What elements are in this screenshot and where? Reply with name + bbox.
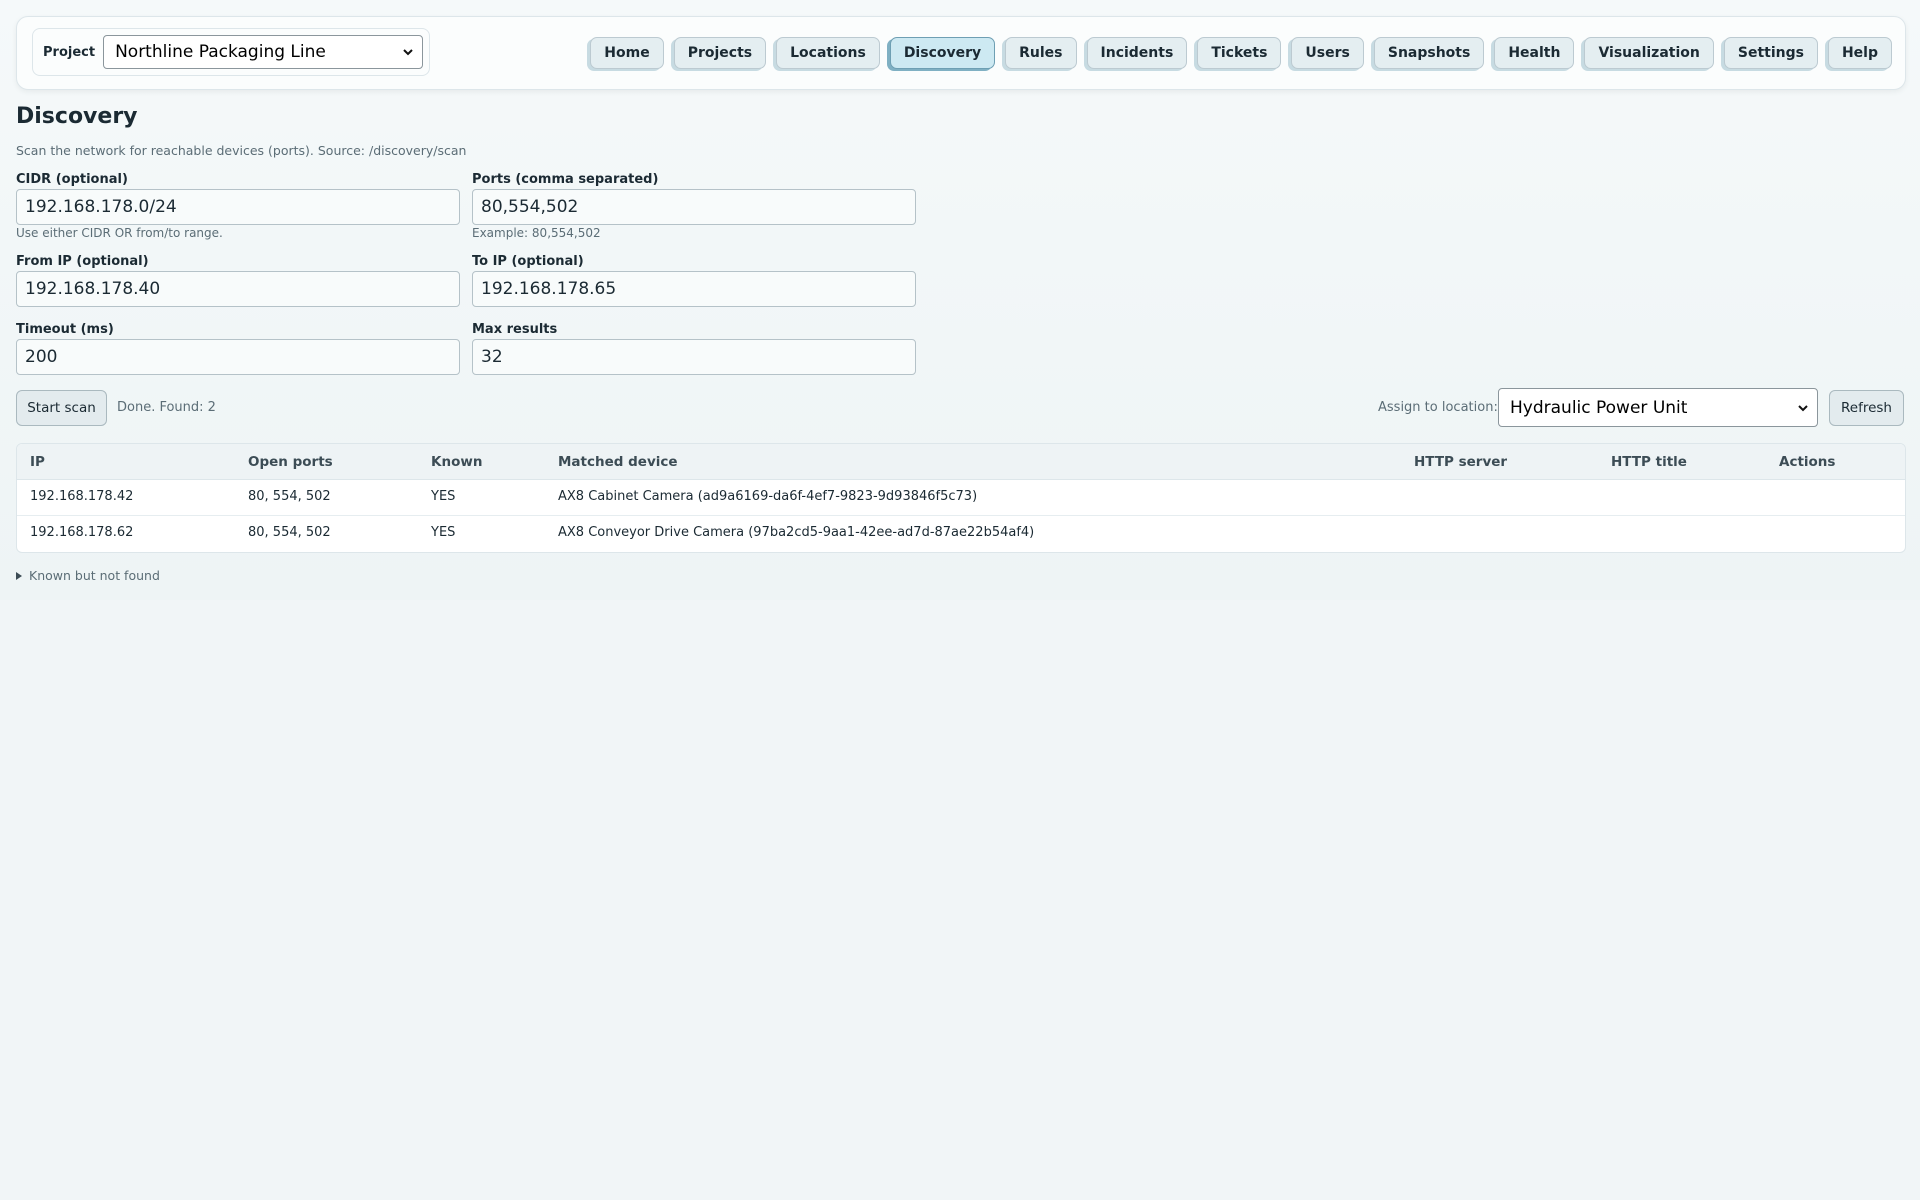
col-actions: Actions	[1779, 454, 1836, 470]
col-open-ports: Open ports	[248, 454, 333, 470]
nav-settings[interactable]: Settings	[1723, 37, 1818, 69]
cidr-input[interactable]: 192.168.178.0/24	[16, 189, 460, 225]
table-header: IP Open ports Known Matched device HTTP …	[17, 444, 1905, 480]
known-not-found-label: Known but not found	[29, 568, 160, 583]
cell-open-ports: 80, 554, 502	[248, 489, 331, 504]
disclosure-triangle-icon	[16, 571, 22, 580]
col-known: Known	[431, 454, 483, 470]
refresh-button[interactable]: Refresh	[1829, 390, 1904, 426]
from-ip-label: From IP (optional)	[16, 254, 149, 269]
table-row: 192.168.178.62 80, 554, 502 YES AX8 Conv…	[17, 515, 1905, 551]
chevron-down-icon	[403, 49, 413, 56]
nav-rules[interactable]: Rules	[1005, 37, 1077, 69]
page-title: Discovery	[16, 104, 138, 129]
to-ip-input[interactable]: 192.168.178.65	[472, 271, 916, 307]
from-ip-input[interactable]: 192.168.178.40	[16, 271, 460, 307]
scan-status: Done. Found: 2	[117, 400, 216, 415]
results-table: IP Open ports Known Matched device HTTP …	[16, 443, 1906, 553]
ports-hint: Example: 80,554,502	[472, 226, 601, 240]
project-selector-group: Project Northline Packaging Line	[32, 28, 430, 76]
project-label: Project	[43, 44, 96, 60]
cell-open-ports: 80, 554, 502	[248, 525, 331, 540]
cell-known: YES	[431, 525, 456, 540]
nav-tickets[interactable]: Tickets	[1197, 37, 1282, 69]
col-http-server: HTTP server	[1414, 454, 1508, 470]
nav-visualization[interactable]: Visualization	[1584, 37, 1714, 69]
table-row: 192.168.178.42 80, 554, 502 YES AX8 Cabi…	[17, 479, 1905, 516]
nav-users[interactable]: Users	[1291, 37, 1364, 69]
chevron-down-icon	[1798, 404, 1808, 411]
col-http-title: HTTP title	[1611, 454, 1687, 470]
max-results-input[interactable]: 32	[472, 339, 916, 375]
cidr-label: CIDR (optional)	[16, 172, 128, 187]
main-nav: Home Projects Locations Discovery Rules …	[590, 37, 1892, 69]
project-select[interactable]: Northline Packaging Line	[103, 35, 424, 69]
page-subtitle: Scan the network for reachable devices (…	[16, 143, 467, 158]
known-not-found-toggle[interactable]: Known but not found	[16, 568, 160, 583]
cidr-hint: Use either CIDR OR from/to range.	[16, 226, 223, 240]
top-bar: Project Northline Packaging Line Home Pr…	[16, 16, 1906, 90]
cell-ip: 192.168.178.42	[30, 489, 134, 504]
nav-snapshots[interactable]: Snapshots	[1373, 37, 1485, 69]
timeout-label: Timeout (ms)	[16, 322, 114, 337]
project-select-value: Northline Packaging Line	[115, 42, 326, 62]
nav-help[interactable]: Help	[1827, 37, 1892, 69]
timeout-input[interactable]: 200	[16, 339, 460, 375]
assign-location-label: Assign to location:	[1378, 400, 1498, 415]
nav-projects[interactable]: Projects	[673, 37, 767, 69]
start-scan-button[interactable]: Start scan	[16, 390, 107, 426]
cell-ip: 192.168.178.62	[30, 525, 134, 540]
nav-discovery[interactable]: Discovery	[889, 37, 996, 69]
assign-location-value: Hydraulic Power Unit	[1510, 397, 1688, 418]
cell-matched-device: AX8 Cabinet Camera (ad9a6169-da6f-4ef7-9…	[558, 489, 978, 504]
cell-known: YES	[431, 489, 456, 504]
col-matched-device: Matched device	[558, 454, 678, 470]
nav-locations[interactable]: Locations	[776, 37, 880, 69]
assign-location-select[interactable]: Hydraulic Power Unit	[1498, 388, 1818, 427]
col-ip: IP	[30, 454, 45, 470]
max-results-label: Max results	[472, 322, 558, 337]
ports-label: Ports (comma separated)	[472, 172, 659, 187]
cell-matched-device: AX8 Conveyor Drive Camera (97ba2cd5-9aa1…	[558, 525, 1035, 540]
nav-incidents[interactable]: Incidents	[1086, 37, 1188, 69]
ports-input[interactable]: 80,554,502	[472, 189, 916, 225]
nav-health[interactable]: Health	[1494, 37, 1575, 69]
to-ip-label: To IP (optional)	[472, 254, 584, 269]
nav-home[interactable]: Home	[590, 37, 664, 69]
